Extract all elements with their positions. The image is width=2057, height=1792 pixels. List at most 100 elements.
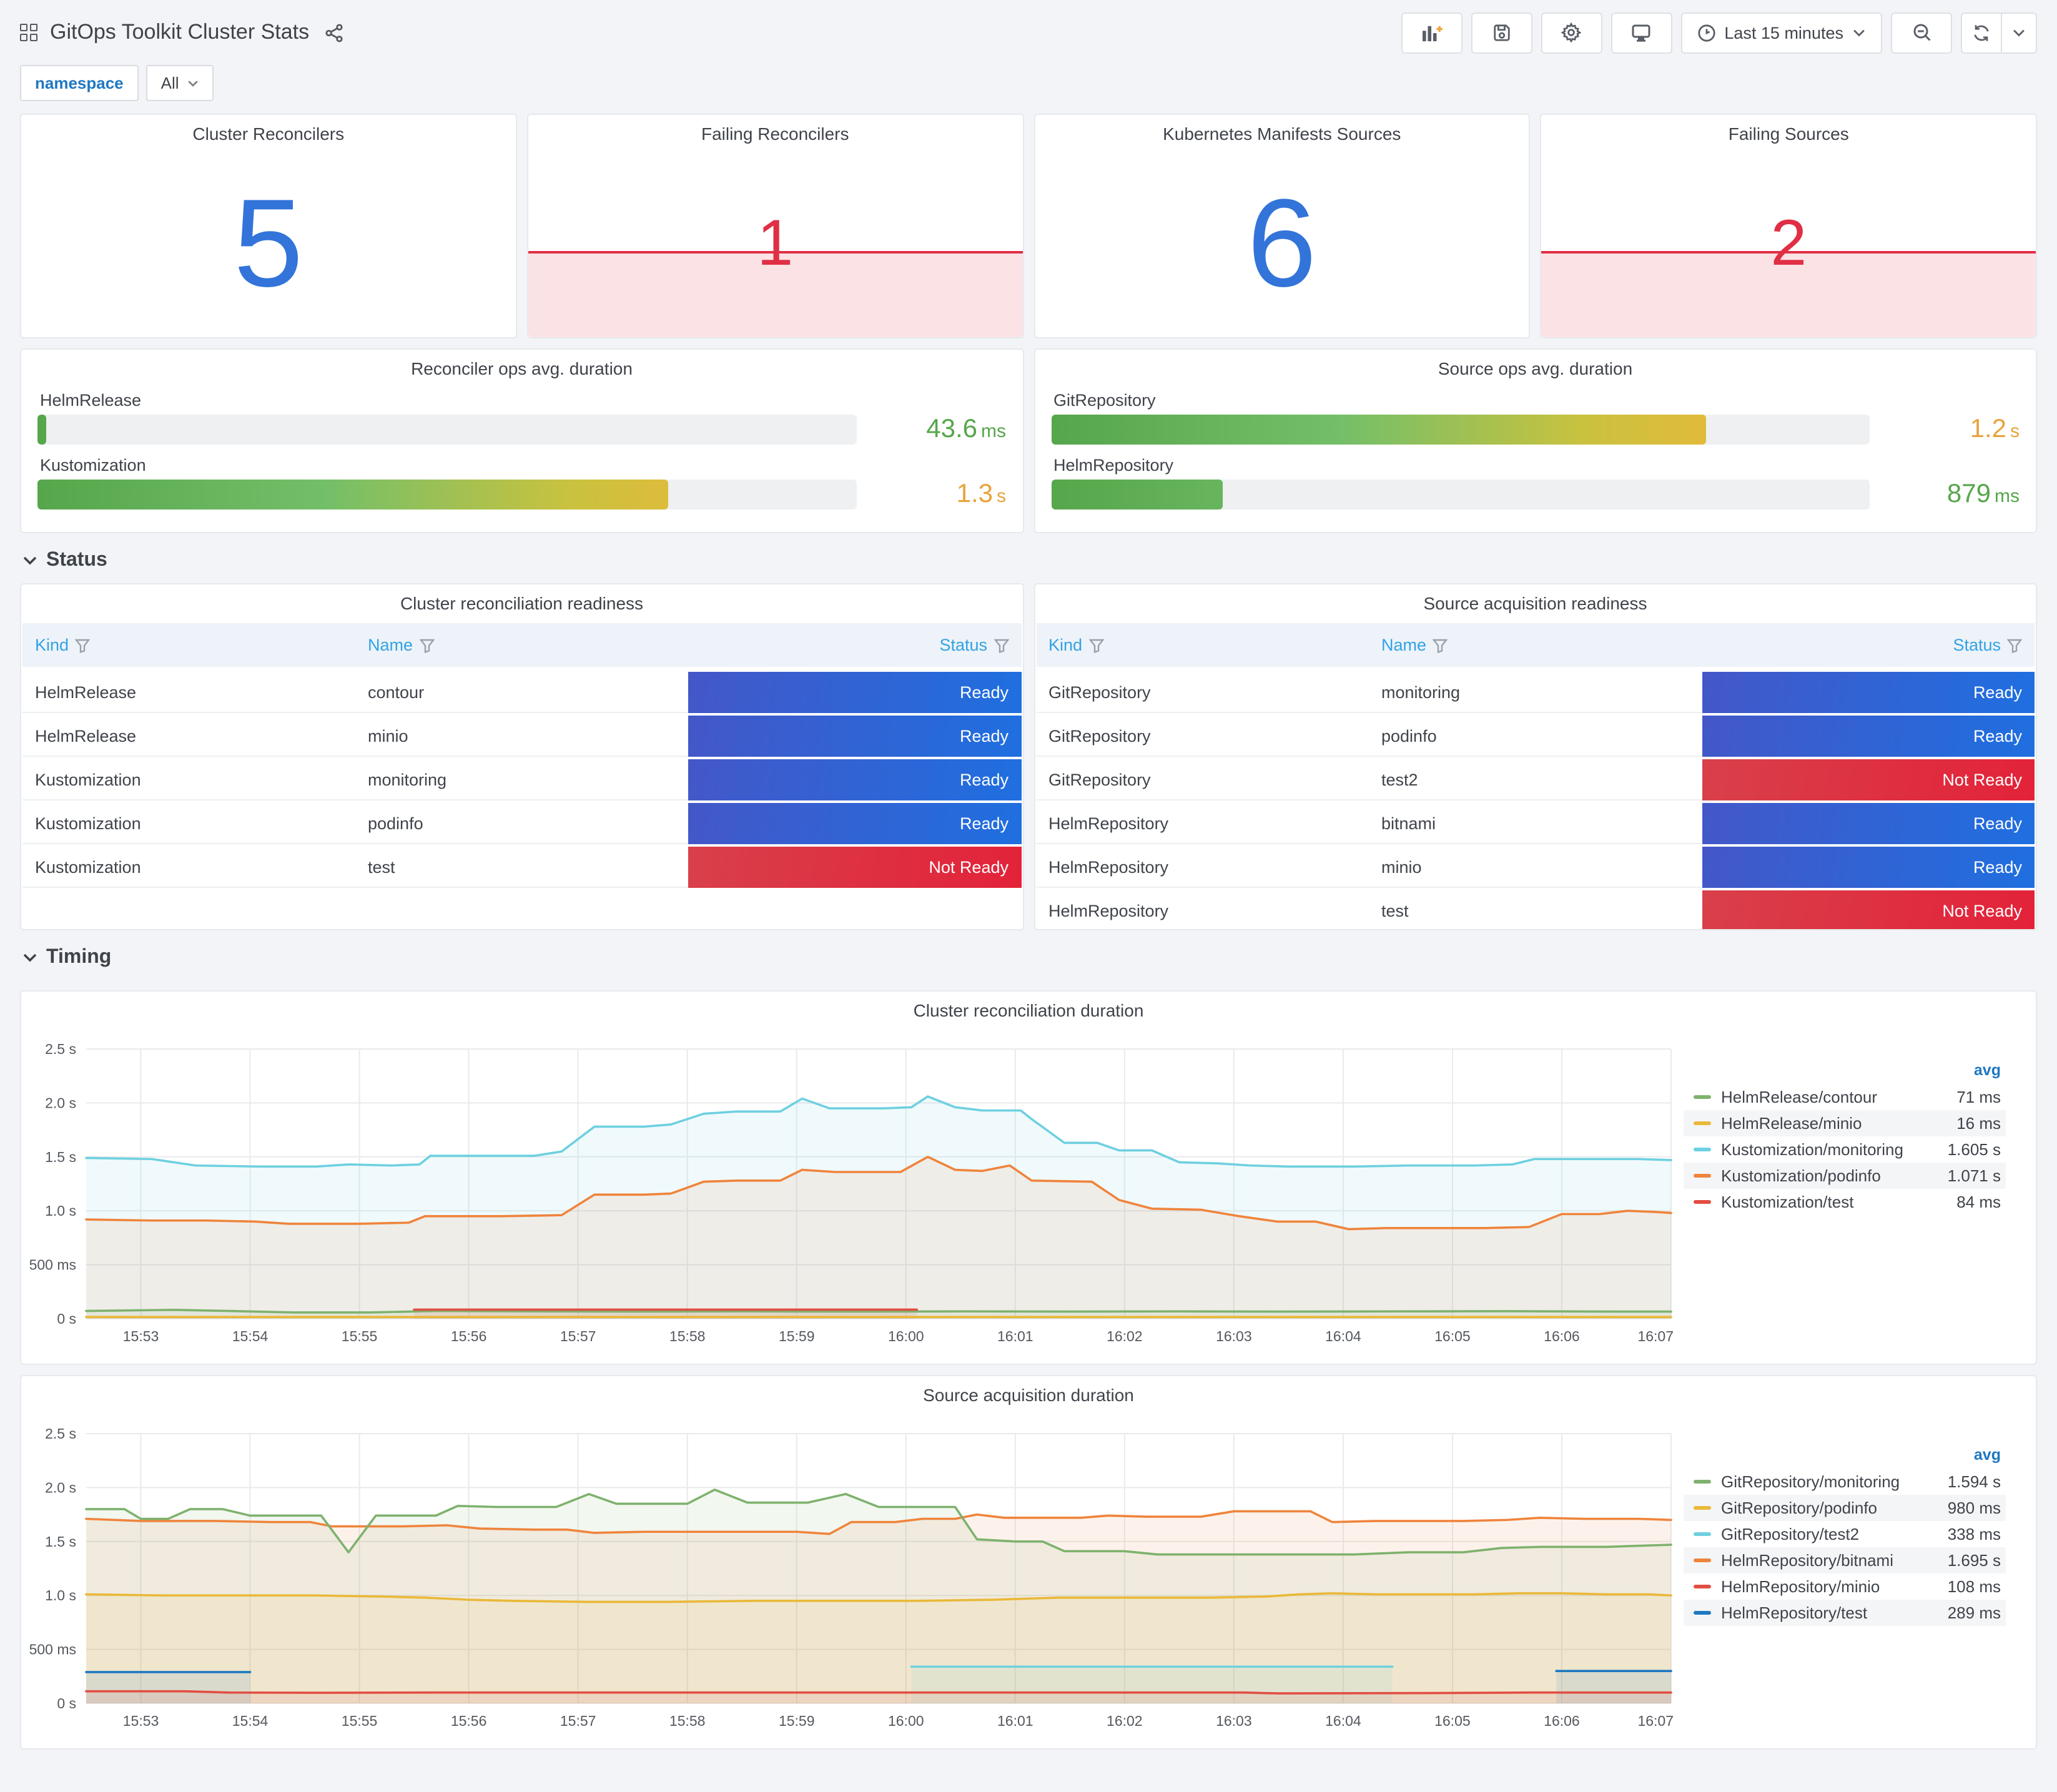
table-cell: HelmRelease [22,714,355,758]
panel-title: Kubernetes Manifests Sources [1163,124,1401,144]
table-cell: Kustomization [22,758,355,802]
table-cell: Kustomization [22,845,355,888]
legend-item-helmrepository-minio[interactable]: HelmRepository/minio 108 ms [1684,1573,2006,1600]
chart-panel-source-acquisition-duration: Source acquisition duration 0 s 500 ms 1.0 … [20,1375,2037,1750]
series-color-swatch [1694,1558,1711,1562]
table-row: HelmRelease minio Ready [22,714,1021,758]
table-cell: minio [1369,845,1702,889]
variable-label-namespace[interactable]: namespace [20,65,139,101]
table-cell: HelmRepository [1036,802,1369,845]
gauges-row: Reconciler ops avg. duration HelmRelease 4… [10,338,2047,533]
series-color-swatch [1694,1505,1711,1510]
legend-item-kustomization-podinfo[interactable]: Kustomization/podinfo 1.071 s [1684,1163,2006,1189]
svg-text:0 s: 0 s [57,1695,76,1711]
column-header-kind[interactable]: Kind [1036,623,1369,669]
stat-value: 5 [234,174,303,314]
chart-legend: avg GitRepository/monitoring 1.594 s GitRep… [1684,1406,2023,1741]
svg-text:16:03: 16:03 [1216,1328,1252,1344]
svg-text:15:59: 15:59 [779,1713,815,1729]
dashboard-header: GitOps Toolkit Cluster Stats Last 15 min… [10,7,2047,55]
svg-text:15:57: 15:57 [560,1328,596,1344]
section-status[interactable]: Status [10,533,2047,583]
table-row: HelmRepository bitnami Ready [1036,802,2035,845]
column-header-name[interactable]: Name [355,623,688,669]
cycle-view-mode-button[interactable] [1611,12,1672,53]
svg-text:500 ms: 500 ms [29,1257,76,1273]
refresh-interval-caret[interactable] [2001,13,2036,52]
column-header-status[interactable]: Status [1702,623,2035,669]
status-badge: Ready [1702,803,2035,844]
toolbar: Last 15 minutes [1401,12,2037,53]
gauge-track [1051,415,1870,445]
status-badge: Ready [688,803,1021,844]
legend-avg-header[interactable]: avg [1935,1059,2006,1084]
table-cell: HelmRepository [1036,845,1369,889]
svg-text:16:06: 16:06 [1544,1713,1580,1729]
legend-item-gitrepository-podinfo[interactable]: GitRepository/podinfo 980 ms [1684,1495,2006,1521]
table-cell-status: Ready [688,669,1021,714]
status-badge: Ready [688,759,1021,800]
legend-item-helmrelease-contour[interactable]: HelmRelease/contour 71 ms [1684,1084,2006,1110]
variable-value-dropdown[interactable]: All [146,65,214,101]
svg-text:16:01: 16:01 [997,1713,1033,1729]
add-panel-button[interactable] [1401,12,1463,53]
svg-text:16:04: 16:04 [1325,1713,1361,1729]
svg-text:16:04: 16:04 [1325,1328,1361,1344]
svg-text:16:02: 16:02 [1107,1328,1143,1344]
refresh-button[interactable] [1962,13,2001,52]
column-header-status[interactable]: Status [688,623,1021,669]
legend-item-gitrepository-monitoring[interactable]: GitRepository/monitoring 1.594 s [1684,1469,2006,1495]
dashboard-grid-icon[interactable] [20,23,39,42]
charts-column: Cluster reconciliation duration 0 s 500 ms… [10,990,2047,1750]
save-dashboard-button[interactable] [1471,12,1532,53]
gauge-label: Kustomization [40,456,146,475]
panel-title: Cluster reconciliation readiness [400,593,644,613]
legend-item-gitrepository-test2[interactable]: GitRepository/test2 338 ms [1684,1521,2006,1547]
stat-panel-failing-reconcilers: Failing Reconcilers 1 [526,114,1024,338]
status-badge: Not Ready [1702,890,2035,929]
table-row: HelmRelease contour Ready [22,669,1021,714]
gauge-track [1051,480,1870,510]
column-header-kind[interactable]: Kind [22,623,355,669]
table-row: HelmRepository test Not Ready [1036,889,2035,929]
section-timing[interactable]: Timing [10,930,2047,980]
svg-text:16:07: 16:07 [1637,1713,1674,1729]
table-cell-status: Ready [688,714,1021,758]
svg-text:15:54: 15:54 [232,1713,269,1729]
legend-item-helmrepository-test[interactable]: HelmRepository/test 289 ms [1684,1600,2006,1626]
series-color-swatch [1694,1095,1711,1099]
column-header-name[interactable]: Name [1369,623,1702,669]
svg-text:2.0 s: 2.0 s [45,1095,76,1111]
page-title: GitOps Toolkit Cluster Stats [50,20,310,44]
settings-gear-icon[interactable] [1541,12,1602,53]
legend-item-kustomization-test[interactable]: Kustomization/test 84 ms [1684,1189,2006,1215]
svg-text:2.0 s: 2.0 s [45,1479,76,1495]
legend-item-helmrepository-bitnami[interactable]: HelmRepository/bitnami 1.695 s [1684,1547,2006,1573]
zoom-out-button[interactable] [1891,12,1952,53]
svg-text:15:55: 15:55 [342,1328,378,1344]
table-cell-status: Ready [688,802,1021,845]
table-row: Kustomization podinfo Ready [22,802,1021,845]
legend-item-kustomization-monitoring[interactable]: Kustomization/monitoring 1.605 s [1684,1136,2006,1163]
panel-title: Source acquisition readiness [1423,593,1647,613]
table-cell-status: Not Ready [688,845,1021,888]
table-cell: contour [355,669,688,714]
panel-title: Source acquisition duration [923,1385,1134,1405]
share-icon[interactable] [324,23,343,42]
series-color-swatch [1694,1173,1711,1178]
svg-text:1.5 s: 1.5 s [45,1534,76,1550]
svg-text:500 ms: 500 ms [29,1642,76,1658]
table-cell: podinfo [355,802,688,845]
svg-text:15:59: 15:59 [779,1328,815,1344]
timeseries-plot[interactable]: 0 s 500 ms 1.0 s 1.5 s 2.0 s 2.5 s 15:53 15:54 1… [21,1036,1684,1356]
table-cell: monitoring [1369,669,1702,714]
legend-item-helmrelease-minio[interactable]: HelmRelease/minio 16 ms [1684,1110,2006,1136]
readiness-table: Kind Name Status GitRepository monitoring Rea… [1036,623,2035,929]
timeseries-plot[interactable]: 0 s 500 ms 1.0 s 1.5 s 2.0 s 2.5 s 15:53 15:54 1… [21,1421,1684,1741]
legend-avg-header[interactable]: avg [1934,1444,2006,1469]
time-range-picker[interactable]: Last 15 minutes [1680,12,1882,53]
svg-text:16:02: 16:02 [1107,1713,1143,1729]
table-cell: bitnami [1369,802,1702,845]
gauge-label: GitRepository [1053,391,1156,410]
panel-title: Cluster Reconcilers [192,124,345,144]
